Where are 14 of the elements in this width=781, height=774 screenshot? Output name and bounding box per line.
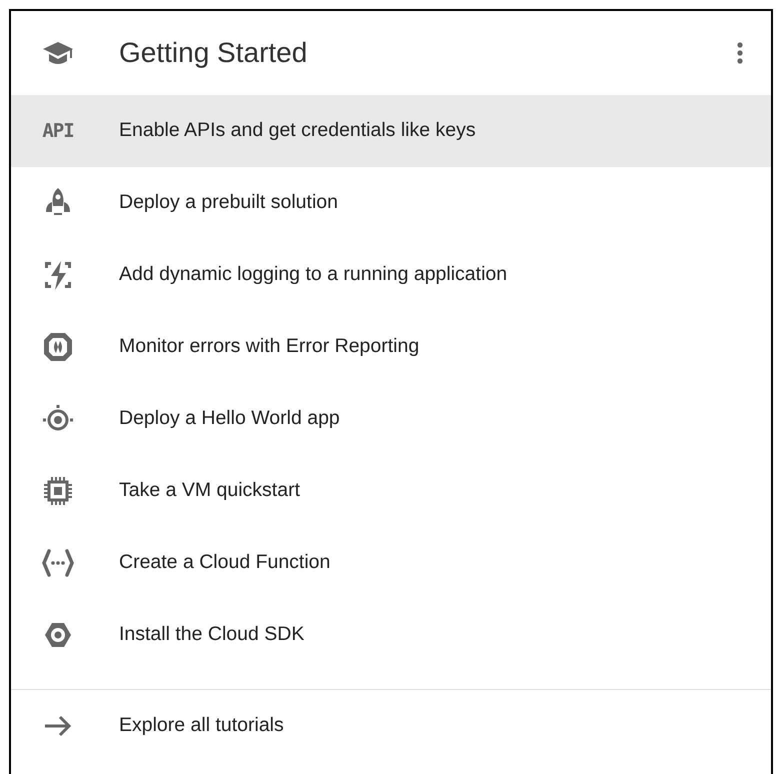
tutorial-item[interactable]: Deploy a prebuilt solution (11, 167, 771, 239)
tutorial-item[interactable]: Install the Cloud SDK (11, 599, 771, 671)
card-title: Getting Started (119, 36, 308, 70)
tutorial-item[interactable]: Monitor errors with Error Reporting (11, 311, 771, 383)
function-brackets-icon (41, 546, 75, 580)
api-icon: API (42, 116, 74, 146)
tutorial-item[interactable]: Deploy a Hello World app (11, 383, 771, 455)
tutorial-item[interactable]: API Enable APIs and get credentials like keys (11, 95, 771, 167)
error-reporting-icon (41, 330, 75, 364)
tutorial-item[interactable]: Add dynamic logging to a running application (11, 239, 771, 311)
explore-link[interactable]: Explore all tutorials (11, 690, 771, 762)
tutorial-item[interactable]: Create a Cloud Function (11, 527, 771, 599)
chip-icon (41, 474, 75, 508)
tutorial-item[interactable]: Take a VM quickstart (11, 455, 771, 527)
